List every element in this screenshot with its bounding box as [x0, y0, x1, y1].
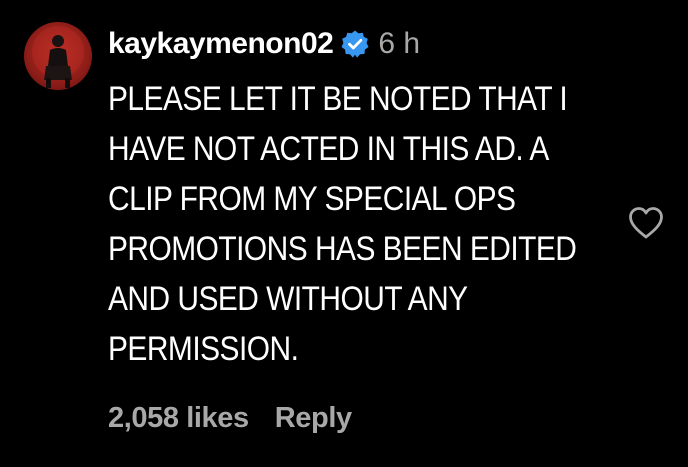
- comment-footer: 2,058 likes Reply: [108, 398, 352, 438]
- reply-button[interactable]: Reply: [275, 402, 352, 435]
- comment-text-line: HAVE NOT ACTED IN THIS AD. A: [108, 130, 549, 168]
- comment-text-line: PROMOTIONS HAS BEEN EDITED: [108, 230, 577, 268]
- comment-text: PLEASE LET IT BE NOTED THAT I HAVE NOT A…: [108, 74, 577, 374]
- comment-text-line: AND USED WITHOUT ANY: [108, 280, 468, 318]
- timestamp: 6 h: [378, 27, 421, 60]
- likes-count[interactable]: 2,058 likes: [108, 402, 249, 435]
- avatar-image: [32, 26, 84, 88]
- comment-text-line: PERMISSION.: [108, 330, 299, 368]
- verified-badge-icon: [340, 29, 370, 59]
- comment-header: kaykaymenon02 6 h: [108, 24, 420, 64]
- username[interactable]: kaykaymenon02: [108, 27, 334, 61]
- avatar[interactable]: [24, 22, 92, 90]
- comment-text-line: CLIP FROM MY SPECIAL OPS: [108, 180, 516, 218]
- comment-text-line: PLEASE LET IT BE NOTED THAT I: [108, 80, 568, 118]
- heart-outline-icon[interactable]: [628, 206, 664, 240]
- comment: kaykaymenon02 6 h PLEASE LET IT BE NOTED…: [0, 0, 688, 467]
